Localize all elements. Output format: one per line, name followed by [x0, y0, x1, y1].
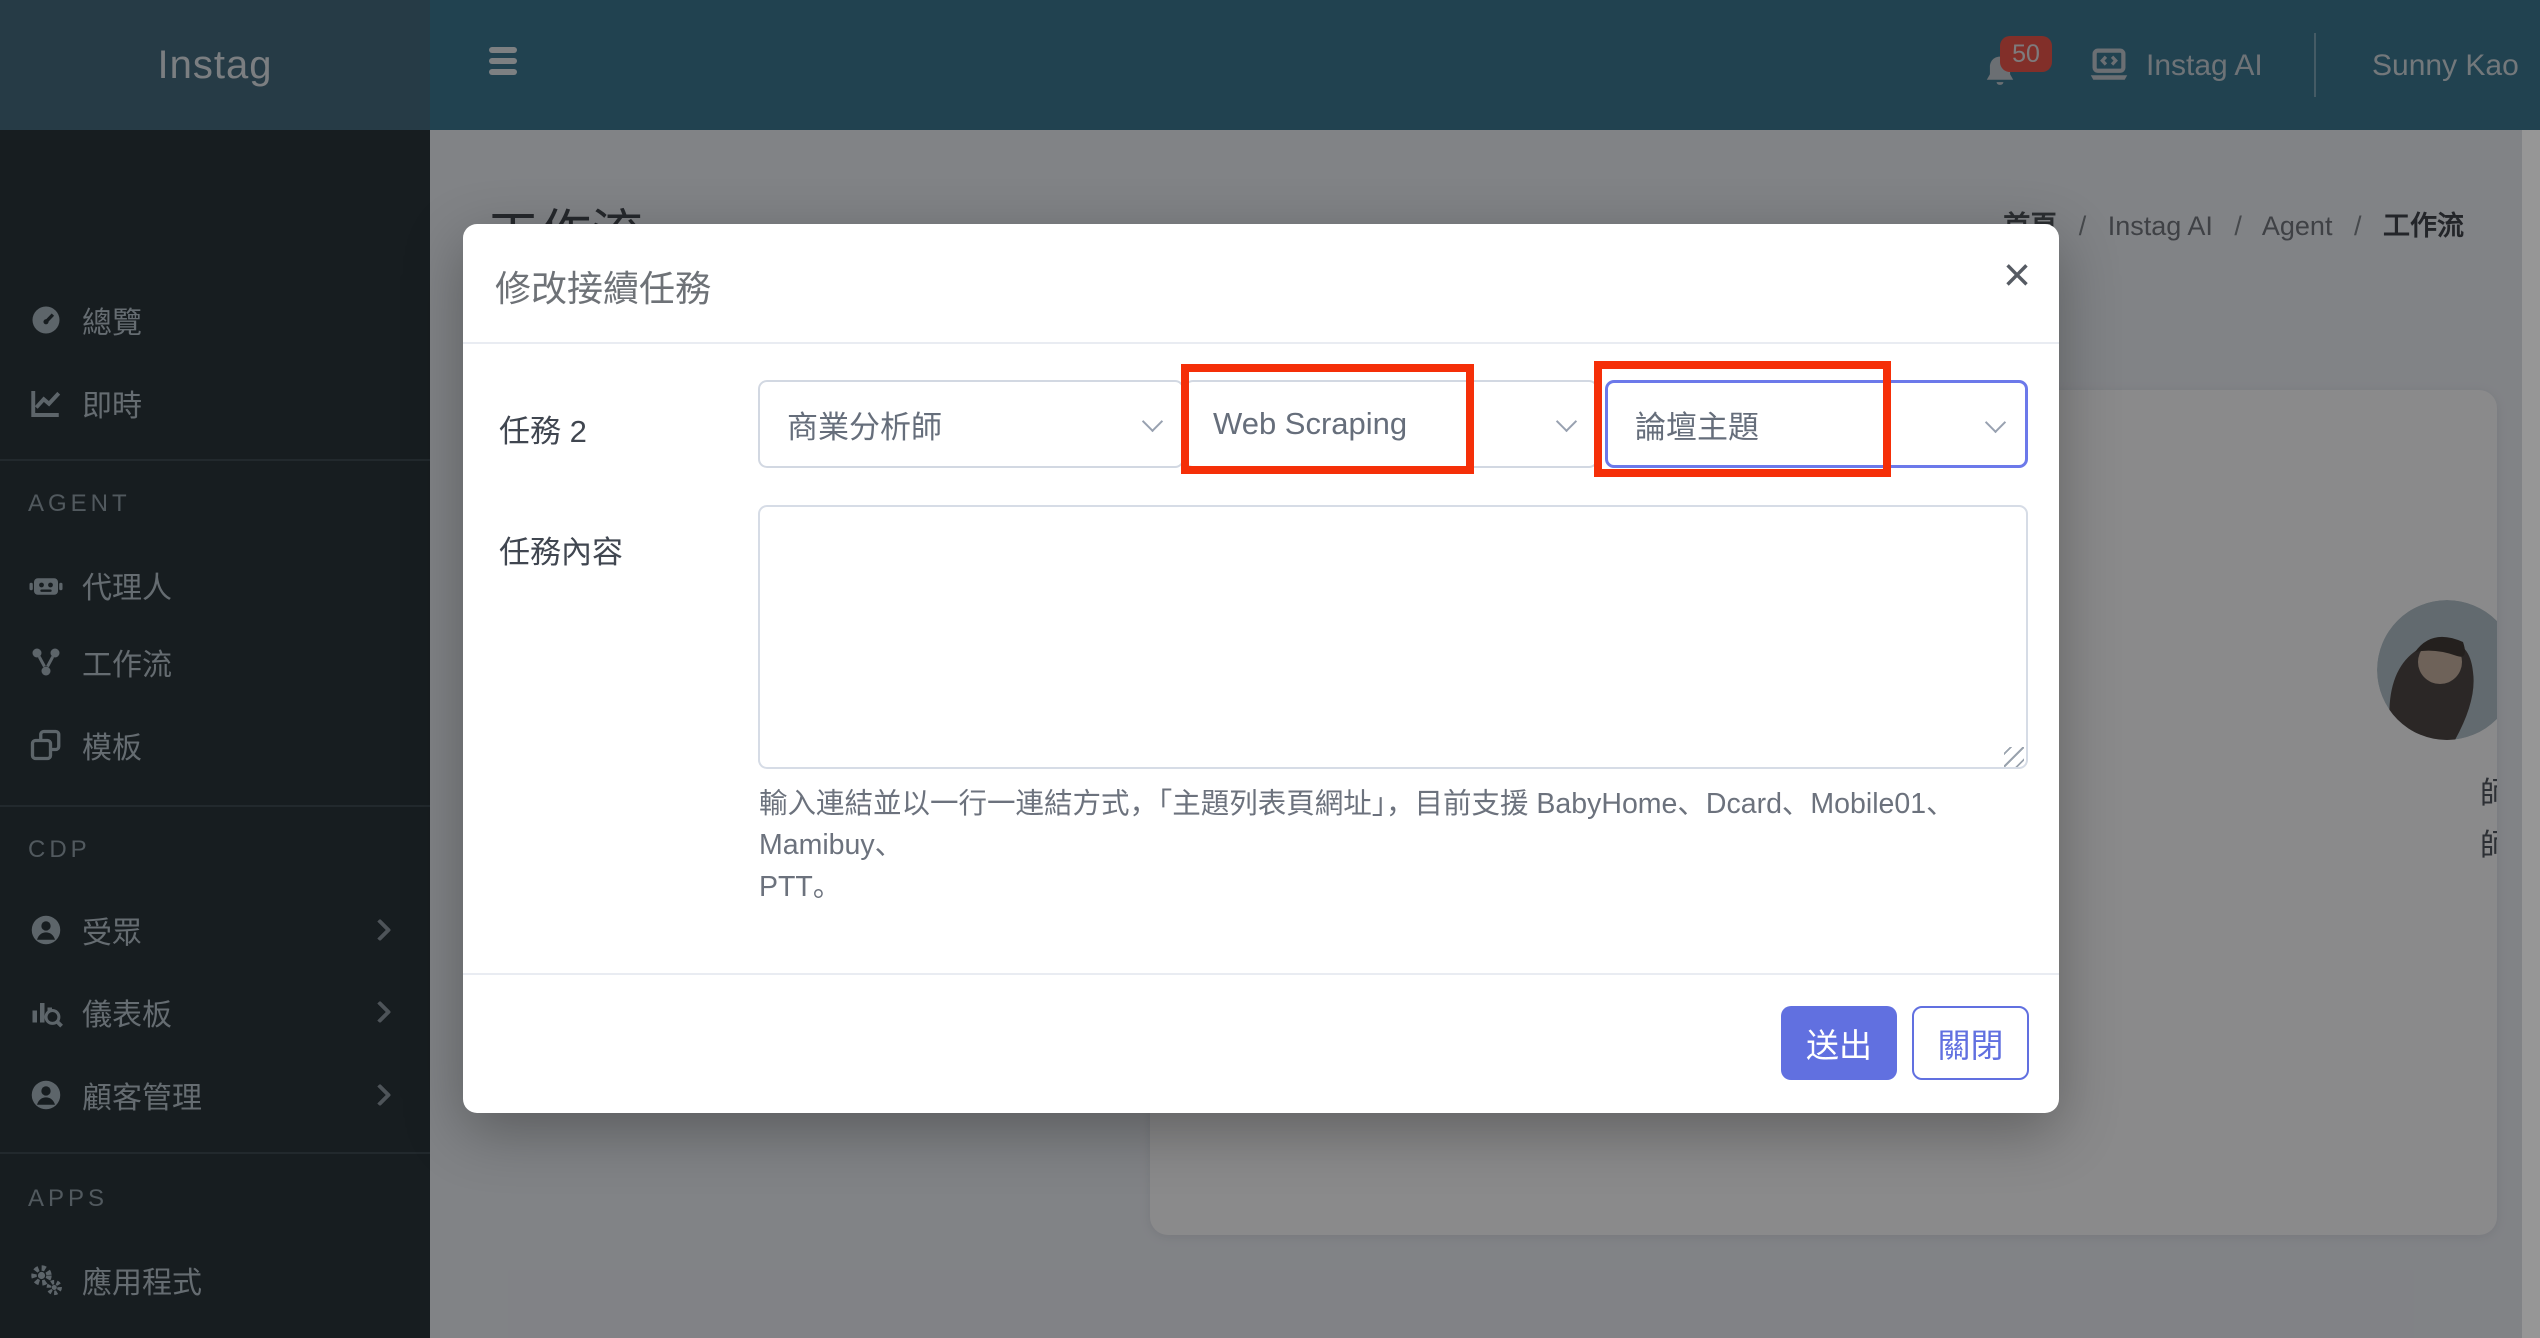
- help-line: PTT。: [759, 870, 842, 903]
- app-root: Instag 總覽 即時 AGENT 代理人 工作流 模板 CDP 受眾 儀表板…: [0, 0, 2540, 1338]
- modal-title: 修改接續任務: [495, 268, 712, 309]
- close-icon[interactable]: ×: [2003, 252, 2031, 300]
- content-label: 任務內容: [499, 535, 623, 570]
- help-text: 輸入連結並以一行一連結方式，「主題列表頁網址」，目前支援 BabyHome、Dc…: [759, 784, 2039, 908]
- resize-handle[interactable]: [2004, 747, 2024, 767]
- source-select[interactable]: 論壇主題: [1605, 380, 2028, 468]
- modal-footer-divider: [463, 973, 2059, 975]
- agent-select-value: 商業分析師: [787, 409, 942, 445]
- chevron-down-icon: [1555, 410, 1578, 433]
- modal-dialog: 修改接續任務 × 任務 2 商業分析師 Web Scraping 論壇主題 任務…: [463, 224, 2059, 1113]
- agent-select[interactable]: 商業分析師: [758, 380, 1184, 468]
- task-content-input[interactable]: [758, 505, 2028, 769]
- help-line: 輸入連結並以一行一連結方式，「主題列表頁網址」，目前支援 BabyHome、Dc…: [759, 788, 1955, 862]
- tool-select-value: Web Scraping: [1213, 406, 1408, 441]
- task-label: 任務 2: [499, 414, 587, 449]
- chevron-down-icon: [1984, 411, 2007, 434]
- scrollbar[interactable]: [2522, 130, 2540, 1338]
- source-select-value: 論壇主題: [1635, 409, 1759, 445]
- submit-button[interactable]: 送出: [1781, 1006, 1897, 1080]
- modal-header: 修改接續任務 ×: [463, 224, 2059, 344]
- tool-select[interactable]: Web Scraping: [1184, 380, 1598, 468]
- close-button[interactable]: 關閉: [1912, 1006, 2029, 1080]
- chevron-down-icon: [1141, 410, 1164, 433]
